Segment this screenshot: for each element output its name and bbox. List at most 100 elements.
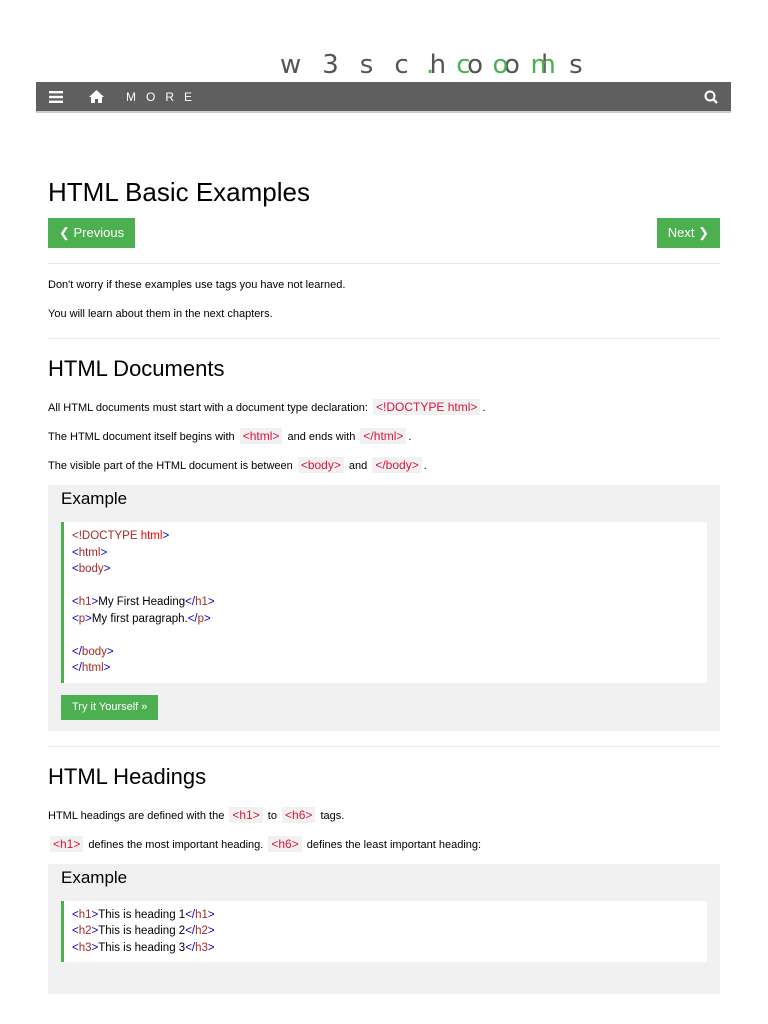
code-token: < [72, 546, 79, 559]
home-icon[interactable] [76, 82, 116, 111]
code-token: < [72, 925, 79, 937]
code-token: > [207, 596, 215, 608]
code-token: h2 [195, 925, 208, 937]
code-line: <p>My first paragraph.</p> [72, 611, 699, 628]
code-token: > [162, 530, 170, 542]
code-token: <!DOCTYPE [72, 530, 141, 542]
inline-code: <body> [297, 457, 344, 473]
text: defines the least important heading: [303, 838, 482, 851]
text: The visible part of the HTML document is… [48, 460, 296, 472]
text: . [423, 460, 427, 472]
code-token: > [103, 662, 111, 674]
text: All HTML documents must start with a doc… [48, 402, 372, 414]
paragraph: <h1> defines the most important heading.… [48, 835, 720, 852]
inline-code: <h6> [268, 835, 302, 852]
code-token: > [207, 925, 215, 937]
code-token: My first paragraph. [91, 612, 188, 625]
divider [48, 745, 720, 747]
section-heading: HTML Headings [48, 763, 207, 789]
code-line: <h2>This is heading 2</h2> [72, 923, 699, 940]
example-box: Example <h1>This is heading 1</h1> <h2>Thi… [48, 863, 720, 994]
inline-code: </html> [360, 428, 407, 444]
hamburger-icon[interactable] [36, 82, 76, 111]
top-navbar: MORE [36, 82, 731, 113]
code-token: </ [185, 908, 196, 921]
code-line: <body> [72, 561, 699, 578]
code-token: < [72, 563, 79, 575]
code-token: < [72, 596, 79, 608]
paragraph: The HTML document itself begins with <ht… [48, 428, 720, 444]
code-token: body [78, 563, 104, 575]
code-token: < [72, 908, 79, 921]
code-block: <!DOCTYPE html> <html> <body> <h1>My First … [61, 522, 707, 683]
code-token: </ [187, 612, 198, 625]
example-box: Example <!DOCTYPE html> <html> <body> <h1>My… [48, 485, 720, 731]
code-token: </ [185, 941, 196, 954]
code-line: </body> [72, 644, 699, 661]
code-token: > [106, 645, 114, 658]
page-title: HTML Basic Examples [48, 177, 310, 207]
code-token: h1 [78, 596, 92, 608]
code-token: This is heading 2 [98, 925, 186, 937]
try-it-yourself-button[interactable]: Try it Yourself » [61, 694, 159, 720]
code-token: h1 [195, 596, 208, 608]
code-token: > [85, 612, 92, 625]
code-line: <!DOCTYPE html> [72, 528, 699, 545]
divider [48, 338, 720, 339]
divider [48, 263, 720, 264]
previous-button[interactable]: ❮ Previous [48, 218, 136, 248]
w3schools-logo[interactable]: w3schools .com [280, 50, 604, 80]
code-token: < [72, 941, 79, 954]
intro-text: Don't worry if these examples use tags y… [48, 278, 720, 321]
code-token: html [140, 530, 163, 542]
text: to [264, 809, 281, 822]
inline-code: <h1> [50, 835, 84, 852]
code-block: <h1>This is heading 1</h1> <h2>This is he… [61, 900, 707, 962]
code-token: > [103, 563, 111, 575]
inline-code: </body> [372, 457, 422, 473]
search-icon[interactable] [691, 90, 731, 104]
text: You will learn about them in the next ch… [48, 308, 273, 320]
code-token: > [207, 908, 215, 921]
text: . [408, 431, 412, 443]
inline-code: <!DOCTYPE html> [373, 399, 481, 415]
text: tags. [317, 809, 345, 822]
code-line: <h1>This is heading 1</h1> [72, 907, 699, 924]
paragraph: All HTML documents must start with a doc… [48, 399, 720, 415]
text: The HTML document itself begins with [48, 431, 238, 443]
more-menu[interactable]: MORE [126, 90, 202, 104]
inline-code: <html> [239, 428, 283, 444]
code-token: h3 [195, 941, 208, 954]
example-heading: Example [61, 867, 128, 887]
text: HTML headings are defined with the [48, 809, 228, 822]
main-content: HTML Basic Examples ❮ Previous Next ❯ Do… [48, 170, 720, 994]
code-token: </ [72, 662, 82, 674]
code-token: </ [185, 925, 196, 937]
code-token: h1 [78, 908, 92, 921]
text: defines the most important heading. [85, 838, 267, 851]
code-line: <html> [72, 545, 699, 562]
code-token: h3 [78, 941, 92, 954]
code-token: html [81, 662, 104, 674]
code-token: </ [72, 645, 82, 658]
code-token: </ [185, 596, 196, 608]
code-token: This is heading 3 [98, 941, 186, 954]
paragraph: Don't worry if these examples use tags y… [48, 278, 720, 292]
code-token: This is heading 1 [98, 908, 186, 921]
text: and ends with [284, 431, 359, 443]
code-token: body [81, 645, 107, 658]
code-line: </html> [72, 660, 699, 677]
code-token: > [207, 941, 215, 954]
logo-suffix: .com [426, 50, 578, 80]
inline-code: <h1> [229, 806, 263, 823]
paragraph: You will learn about them in the next ch… [48, 307, 720, 321]
next-button[interactable]: Next ❯ [656, 218, 720, 248]
code-token: h1 [195, 908, 208, 921]
code-token: < [72, 612, 79, 625]
text: Don't worry if these examples use tags y… [48, 279, 346, 291]
text: . [482, 402, 486, 414]
code-token: h2 [78, 925, 92, 937]
paragraph: The visible part of the HTML document is… [48, 457, 720, 473]
